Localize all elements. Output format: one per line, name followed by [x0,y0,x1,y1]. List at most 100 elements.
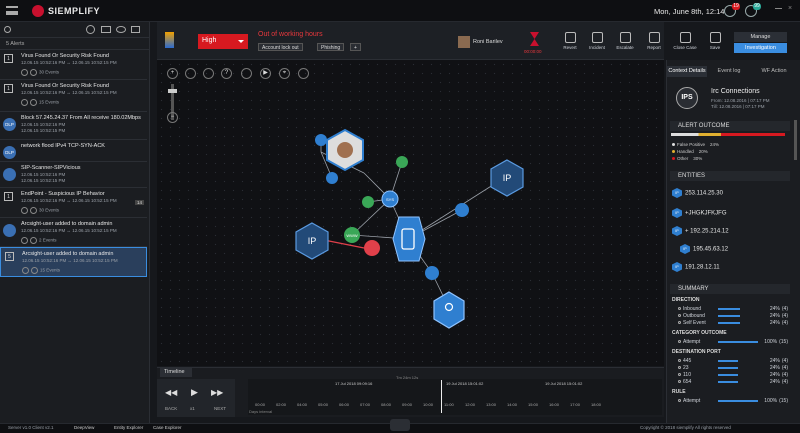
events-count: 30 Events [39,207,60,213]
list-item[interactable]: 1 EndPoint - Suspicious IP Behavior 12.06.… [0,188,147,218]
entity-value: 195.45.63.12 [693,246,729,253]
play-icon[interactable]: ▶ [191,387,198,398]
port-row: 23 24% (4) [678,365,788,371]
timeline-tick: 16:00 [549,402,560,407]
date-display: Mon, June 8th, 12:14 [654,7,725,16]
outcome-label: Handled [677,149,694,154]
app-logo: SIEMPLIFY [48,6,101,16]
analyst-select[interactable]: Roni Barilev [473,39,503,45]
incident-button[interactable]: Incident [582,32,612,50]
case-time: 12.06.15 10:52:16 PM ↔ 12.06.15 10:52:15… [21,90,117,95]
tab-entity-explorer[interactable]: Entity Explorer [110,424,147,432]
case-title: Arcsight-user added to domain admin [22,251,114,257]
list-item[interactable]: DLP network flood IPv4 TCP-SYN-ACK [0,140,147,162]
tab-case-explorer[interactable]: Case Explorer [149,424,186,432]
timeline-tick: 07:00 [360,402,371,407]
case-time: 12.06.15 10:52:16 PM ↔ 12.06.15 10:52:15… [22,258,118,263]
logo-icon [32,5,44,17]
outcome-dot [672,143,675,146]
case-time: 12.06.15 10:52:16 PM [21,122,66,127]
speed-label[interactable]: x1 [190,406,195,411]
windows-alert-node [364,240,380,256]
direction-radio-icon [678,307,681,310]
tab-wf-action[interactable]: WF Action [752,66,796,77]
view-icon[interactable] [116,26,126,33]
case-title: Virus Found Or Security Risk Found [21,53,109,59]
scrollbar[interactable] [794,120,797,160]
entity-value: 191.28.12.11 [685,264,720,271]
tab-event-log[interactable]: Event log [709,66,749,77]
outcome-value: 20% [698,149,708,154]
entity-ip-icon: IP [672,226,682,236]
summary-header[interactable]: SUMMARY [670,284,790,294]
close-case-button[interactable]: Close Case [670,32,700,50]
investigation-button[interactable]: Investigation [734,43,787,53]
revert-label: Revert [563,45,577,50]
save-button[interactable]: Save [700,32,730,50]
info-icon[interactable] [86,25,95,34]
revert-button[interactable]: Revert [555,32,585,50]
save-label: Save [709,45,721,50]
tag-phishing[interactable]: Phishing [317,43,345,51]
list-item[interactable]: 5 Arcsight-user added to domain admin 12.0… [0,247,147,277]
direction-bar [718,308,740,310]
inbox-icon[interactable] [131,26,140,33]
back-icon[interactable]: ◀◀ [165,388,177,397]
category-row: Attempt 100% (15) [678,339,788,345]
next-icon[interactable]: ▶▶ [211,388,223,397]
folder-icon[interactable] [101,26,111,33]
manage-button[interactable]: Manage [734,32,787,42]
list-item[interactable]: 1 Virus Found Or Security Risk Found 12.06… [0,80,147,112]
entity-item[interactable]: IP +JHGKJFKJFG [672,208,727,218]
search-icon[interactable] [4,26,11,33]
avatar [458,36,470,48]
close-case-label: Close Case [673,45,697,50]
entity-ip-icon: IP [680,244,690,254]
add-tag-button[interactable]: + [350,43,361,51]
port-value: 24% [769,358,780,364]
list-item[interactable]: DLP Block 57.245.24.37 From All receive 1… [0,112,147,140]
report-button[interactable]: Report [639,32,669,50]
target-icon [30,69,37,76]
incident-label: Incident [589,45,605,50]
report-label: Report [647,45,661,50]
timeline-tick: 11:00 [444,402,454,407]
alert-from: From: 12.08.2016 | 07:17 PM [711,98,770,103]
tab-context-details[interactable]: Context Details [667,66,707,77]
close-icon[interactable]: × [788,5,792,12]
entity-item[interactable]: IP 253.114.25.30 [672,188,723,198]
menu-icon[interactable] [6,6,18,15]
cases-toolbar [0,22,150,38]
entity-item[interactable]: IP + 192.25.214.12 [672,226,729,236]
rule-radio-icon [678,399,681,402]
case-events: 15 Events [22,267,60,274]
alert-outcome-header[interactable]: ALERT OUTCOME [670,121,790,131]
timeline-controls [157,379,235,417]
timeline-cursor[interactable] [441,380,442,413]
port-row: 654 24% (4) [678,379,788,385]
timeline-tick: 15:00 [528,402,539,407]
entities-header[interactable]: ENTITIES [670,171,790,181]
timeline-tab[interactable]: Timeline [160,368,192,377]
tag-account-lockout[interactable]: Account lock out [258,43,303,51]
outcome-row: Handled 20% [672,149,708,154]
timeline-tick: 14:00 [507,402,518,407]
report-icon [648,32,660,43]
entity-item[interactable]: IP 195.45.63.12 [680,244,728,254]
list-item[interactable]: SIP-Scanner-SIPVicious 12.06.15 10:52:16 … [0,162,147,188]
hub-node [392,216,426,262]
timeline-label-a: 17 Jul 2018 09:09:16 [335,381,373,386]
leaf-node [396,156,408,168]
chat-button[interactable] [390,419,410,431]
priority-select[interactable]: High [198,34,248,49]
outcome-label: False Positive [677,142,706,147]
category-value-wrap: 100% (15) [764,339,788,345]
list-item[interactable]: 1 Virus Found Or Security Risk Found 12.06… [0,50,147,80]
escalate-button[interactable]: Escalate [610,32,640,50]
ad-icon [22,267,29,274]
minimize-icon[interactable] [775,8,782,9]
list-item[interactable]: Arcsight-user added to domain admin 12.06… [0,218,147,247]
tab-deepview[interactable]: DeepView [70,424,98,432]
entity-item[interactable]: IP 191.28.12.11 [672,262,720,272]
direction-label: Outbound [683,313,705,319]
